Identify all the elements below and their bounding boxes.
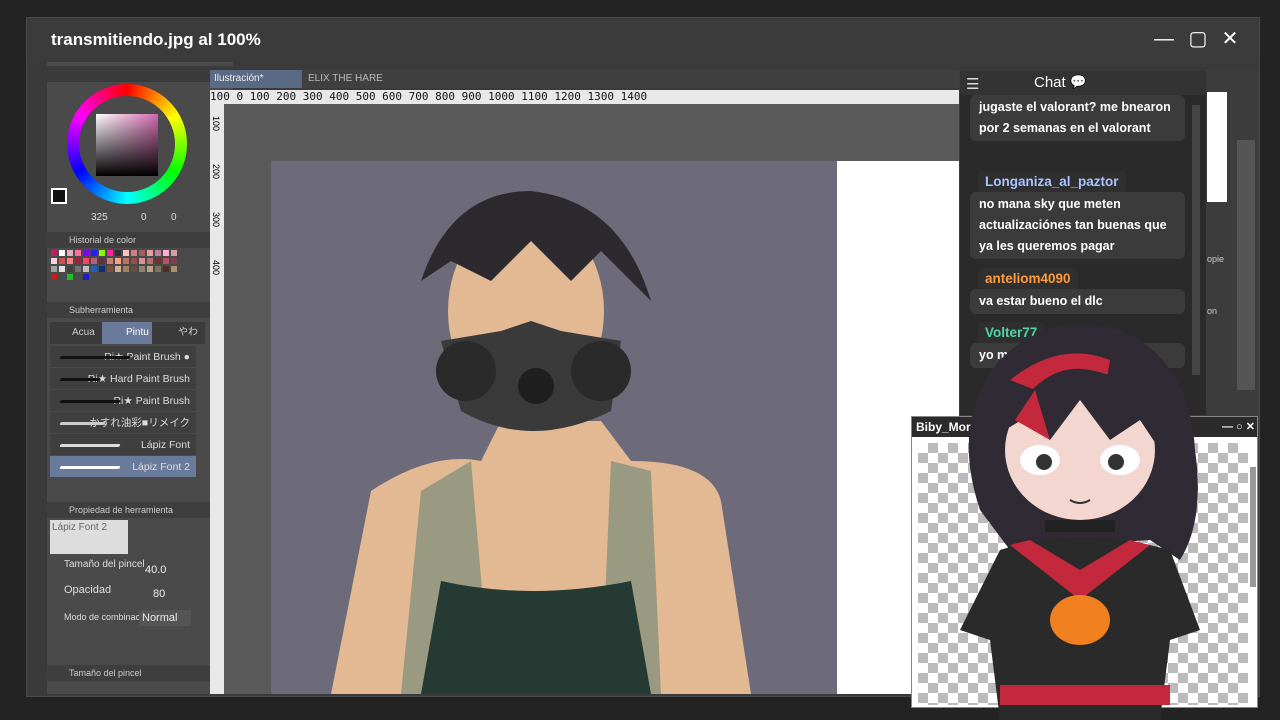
ruler-v-label: 100 bbox=[211, 116, 221, 132]
chat-message: jugaste el valorant? me bnearon por 2 se… bbox=[970, 95, 1185, 141]
tab-pintura[interactable]: Pintu bbox=[102, 322, 152, 344]
color-panel-tabs[interactable] bbox=[47, 66, 233, 82]
right-panel-label: opie bbox=[1207, 254, 1225, 264]
tool-preview: Lápiz Font 2 bbox=[50, 520, 128, 554]
maximize-button[interactable]: ▢ bbox=[1185, 26, 1211, 52]
minimize-button[interactable]: — bbox=[1151, 26, 1177, 52]
left-panel: 325 0 0 Historial de color Subherramient… bbox=[47, 62, 233, 694]
color-history-header[interactable]: Historial de color bbox=[47, 232, 233, 248]
brush-item-label: Lápiz Font bbox=[140, 439, 190, 451]
brush-size-panel-header[interactable]: Tamaño del pincel bbox=[47, 665, 233, 681]
vtuber-scrollbar[interactable] bbox=[1250, 467, 1256, 587]
brush-item-selected[interactable]: Lápiz Font 2 bbox=[50, 456, 196, 478]
subtool-tabs: Acua Pintu やわ bbox=[50, 322, 205, 344]
navigator-thumbnail bbox=[1207, 92, 1227, 202]
blend-mode-select[interactable]: Normal bbox=[139, 610, 191, 626]
opacity-value[interactable]: 80 bbox=[153, 588, 165, 600]
right-panel-scrollbar[interactable] bbox=[1237, 140, 1255, 390]
color-value-h: 325 bbox=[91, 212, 108, 223]
tab-ilustracion[interactable]: Ilustración* bbox=[210, 70, 302, 88]
tab-yawa[interactable]: やわ bbox=[154, 322, 204, 344]
chat-message: no mana sky que meten actualizaciónes ta… bbox=[970, 192, 1185, 259]
title-bar: transmitiendo.jpg al 100% — ▢ ✕ bbox=[27, 18, 1259, 62]
document-tabs: Ilustración* ELIX THE HARE bbox=[210, 70, 980, 88]
illustration bbox=[331, 191, 751, 694]
horizontal-ruler: 100 0 100 200 300 400 500 600 700 800 90… bbox=[210, 90, 960, 104]
vertical-ruler: 100 200 300 400 bbox=[210, 104, 224, 694]
saturation-square[interactable] bbox=[96, 114, 158, 176]
artwork-canvas[interactable] bbox=[271, 161, 837, 694]
blend-mode-label: Modo de combinac bbox=[64, 612, 141, 622]
brush-item[interactable]: Ri★ Paint Brush ● bbox=[50, 346, 196, 368]
color-value-s: 0 bbox=[141, 212, 147, 223]
color-value-v: 0 bbox=[171, 212, 177, 223]
ruler-v-label: 300 bbox=[211, 212, 221, 228]
ruler-v-label: 200 bbox=[211, 164, 221, 180]
brush-item[interactable]: Ri★ Paint Brush bbox=[50, 390, 196, 412]
brush-item[interactable]: Lápiz Font bbox=[50, 434, 196, 456]
ruler-v-label: 400 bbox=[211, 260, 221, 276]
brush-item-label: Ri★ Hard Paint Brush bbox=[87, 373, 190, 385]
chat-header: ☰ Chat 💬 bbox=[960, 71, 1206, 95]
brush-item[interactable]: かすれ油彩■リメイク bbox=[50, 412, 196, 434]
brush-item-label: Ri★ Paint Brush bbox=[113, 395, 190, 407]
tab-elix-the-hare[interactable]: ELIX THE HARE bbox=[304, 70, 396, 88]
brush-item-label: Lápiz Font 2 bbox=[132, 461, 190, 473]
brush-size-value[interactable]: 40.0 bbox=[145, 564, 166, 576]
main-color-swatch[interactable] bbox=[51, 188, 67, 204]
chat-username[interactable]: anteliom4090 bbox=[978, 268, 1078, 290]
brush-size-label: Tamaño del pincel bbox=[64, 559, 145, 570]
subtool-header[interactable]: Subherramienta bbox=[47, 302, 233, 318]
tab-acuarela[interactable]: Acua bbox=[50, 322, 102, 344]
stage: transmitiendo.jpg al 100% — ▢ ✕ 325 0 0 … bbox=[0, 0, 1280, 720]
close-button[interactable]: ✕ bbox=[1217, 26, 1243, 52]
menu-icon[interactable]: ☰ bbox=[966, 75, 979, 93]
brush-item[interactable]: Ri★ Hard Paint Brush bbox=[50, 368, 196, 390]
chat-username[interactable]: Longaniza_al_paztor bbox=[978, 171, 1126, 193]
vtuber-avatar bbox=[960, 324, 1200, 720]
chat-title: Chat bbox=[1034, 74, 1066, 91]
speech-bubble-icon: 💬 bbox=[1070, 74, 1087, 89]
opacity-label: Opacidad bbox=[64, 584, 112, 596]
tool-property-header[interactable]: Propiedad de herramienta bbox=[47, 502, 233, 518]
window-title: transmitiendo.jpg al 100% bbox=[51, 30, 261, 49]
color-history-grid[interactable] bbox=[51, 250, 201, 290]
